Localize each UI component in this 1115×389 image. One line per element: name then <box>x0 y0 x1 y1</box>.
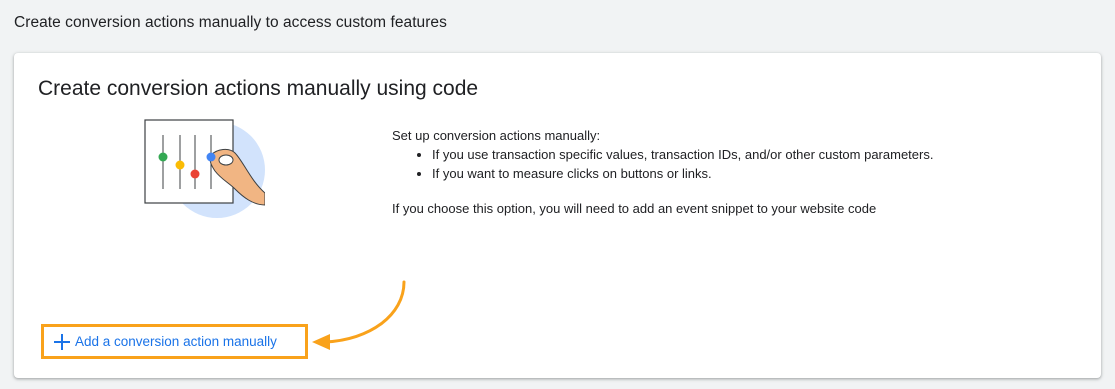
plus-icon <box>54 333 70 350</box>
card-title: Create conversion actions manually using… <box>38 77 479 100</box>
description-list: If you use transaction specific values, … <box>392 145 1052 183</box>
description-bullet: If you want to measure clicks on buttons… <box>432 164 1052 183</box>
description-intro: Set up conversion actions manually: <box>392 128 601 143</box>
description-bullet: If you use transaction specific values, … <box>432 145 1052 164</box>
description-note: If you choose this option, you will need… <box>392 201 877 216</box>
slider-knob-blue <box>206 152 216 162</box>
section-heading: Create conversion actions manually to ac… <box>14 14 447 31</box>
add-conversion-action-button[interactable]: Add a conversion action manually <box>41 324 308 359</box>
slider-knob-yellow <box>175 160 185 170</box>
sliders-hand-illustration <box>125 113 266 223</box>
slider-knob-red <box>190 169 200 179</box>
description: Set up conversion actions manually: If y… <box>392 126 1052 218</box>
slider-knob-green <box>158 152 168 162</box>
add-conversion-action-label: Add a conversion action manually <box>75 334 277 349</box>
